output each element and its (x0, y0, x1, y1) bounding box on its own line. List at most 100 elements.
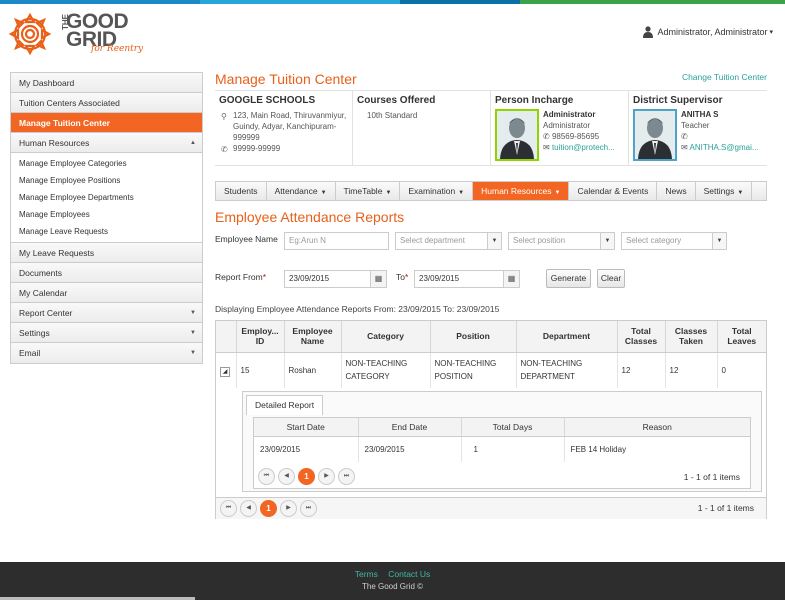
submenu-leave-requests[interactable]: Manage Leave Requests (19, 223, 202, 240)
map-marker-icon: ⚲ (221, 112, 227, 121)
logo[interactable]: THE GOOD GRID for Reentry (8, 10, 148, 58)
center-info-panel: GOOGLE SCHOOLS ⚲ 123, Main Road, Thiruva… (215, 90, 767, 166)
caret-down-icon: ▾ (769, 29, 773, 36)
school-phone: ✆ 99999-99999 (219, 143, 348, 154)
prev-page-icon[interactable]: ◀ (278, 468, 295, 485)
detail-header-start-date[interactable]: Start Date (254, 418, 359, 437)
incharge-email[interactable]: ✉ tuition@protech... (543, 142, 627, 153)
tab-human-resources[interactable]: Human Resources ▼ (473, 182, 570, 200)
label-text: Report From (215, 272, 263, 282)
required-mark: * (262, 272, 267, 282)
grid-pager-bar: ⏮ ◀ 1 ▶ ⏭ 1 - 1 of 1 items (216, 497, 766, 519)
incharge-phone: ✆ 98569-85695 (543, 131, 627, 142)
report-from-date[interactable]: 23/09/2015 ▦ (284, 270, 387, 288)
last-page-icon[interactable]: ⏭ (338, 468, 355, 485)
terms-link[interactable]: Terms (355, 569, 378, 579)
submenu-employee-positions[interactable]: Manage Employee Positions (19, 172, 202, 189)
detail-pager: ⏮ ◀ 1 ▶ ⏭ (258, 468, 358, 485)
tab-students[interactable]: Students (216, 182, 267, 200)
clear-button[interactable]: Clear (597, 269, 625, 288)
cell-start-date: 23/09/2015 (254, 436, 359, 462)
grid-header-department[interactable]: Department (516, 321, 618, 353)
footer: Terms Contact Us The Good Grid © (0, 562, 785, 600)
detail-header-total-days[interactable]: Total Days (461, 418, 565, 437)
phone-icon: ✆ (221, 145, 228, 154)
user-menu[interactable]: Administrator, Administrator ▾ (643, 26, 773, 38)
grid-header-total-leaves[interactable]: Total Leaves (717, 321, 766, 353)
courses-info: Courses Offered 10th Standard (353, 91, 491, 165)
first-page-icon[interactable]: ⏮ (220, 500, 237, 517)
position-select[interactable]: Select position ▼ (508, 232, 615, 250)
tab-timetable[interactable]: TimeTable ▼ (336, 182, 401, 200)
page-number[interactable]: 1 (298, 468, 315, 485)
caret-down-icon: ▼ (190, 330, 196, 336)
date-value: 23/09/2015 (419, 274, 460, 283)
label-text: To (396, 272, 405, 282)
sidebar-item-my-calendar[interactable]: My Calendar (11, 283, 202, 303)
detail-header-reason[interactable]: Reason (564, 418, 750, 437)
grid-header-expand (216, 321, 237, 353)
cell-total-days: 1 (461, 436, 565, 462)
department-select[interactable]: Select department ▼ (395, 232, 502, 250)
submenu-employee-departments[interactable]: Manage Employee Departments (19, 189, 202, 206)
submenu-employee-categories[interactable]: Manage Employee Categories (19, 155, 202, 172)
last-page-icon[interactable]: ⏭ (300, 500, 317, 517)
table-row: ◢ 15 Roshan NON-TEACHING CATEGORY NON-TE… (216, 352, 766, 388)
grid-header-employee-id[interactable]: Employ... ID (236, 321, 285, 353)
displaying-range-text: Displaying Employee Attendance Reports F… (215, 304, 500, 314)
grid-header-classes-taken[interactable]: Classes Taken (665, 321, 718, 353)
generate-button[interactable]: Generate (546, 269, 591, 288)
sidebar-item-my-leave-requests[interactable]: My Leave Requests (11, 243, 202, 263)
page-title: Manage Tuition Center (215, 71, 357, 87)
detail-header-end-date[interactable]: End Date (358, 418, 462, 437)
tab-news[interactable]: News (657, 182, 696, 200)
sidebar-item-report-center[interactable]: Report Center ▼ (11, 303, 202, 323)
sidebar-item-manage-tuition-center[interactable]: Manage Tuition Center (11, 113, 202, 133)
email-text: ANITHA.S@gmai... (689, 143, 759, 152)
grid-header-category[interactable]: Category (341, 321, 431, 353)
cell-employee-name: Roshan (284, 352, 342, 388)
page-number[interactable]: 1 (260, 500, 277, 517)
grid-header-employee-name[interactable]: Employee Name (284, 321, 342, 353)
report-to-date[interactable]: 23/09/2015 ▦ (414, 270, 520, 288)
change-tuition-center-link[interactable]: Change Tuition Center (682, 72, 767, 82)
report-title: Employee Attendance Reports (215, 209, 405, 225)
grid-header-position[interactable]: Position (430, 321, 517, 353)
tab-settings[interactable]: Settings ▼ (696, 182, 753, 200)
prev-page-icon[interactable]: ◀ (240, 500, 257, 517)
tab-detailed-report[interactable]: Detailed Report (246, 395, 324, 415)
required-mark: * (404, 272, 409, 282)
sidebar-item-email[interactable]: Email ▼ (11, 343, 202, 363)
calendar-icon[interactable]: ▦ (370, 271, 386, 287)
sidebar-item-tuition-centers[interactable]: Tuition Centers Associated (11, 93, 202, 113)
calendar-icon[interactable]: ▦ (503, 271, 519, 287)
cell-department: NON-TEACHING DEPARTMENT (516, 352, 618, 388)
caret-down-icon: ▼ (712, 233, 726, 249)
incharge-name: Administrator (543, 110, 596, 119)
phone-text: 98569-85695 (551, 132, 600, 141)
tab-attendance[interactable]: Attendance ▼ (267, 182, 336, 200)
email-text: tuition@protech... (551, 143, 615, 152)
employee-name-label: Employee Name (215, 234, 278, 244)
sidebar-item-human-resources[interactable]: Human Resources ▲ (11, 133, 202, 153)
next-page-icon[interactable]: ▶ (318, 468, 335, 485)
cell-employee-id: 15 (236, 352, 285, 388)
grid-header-total-classes[interactable]: Total Classes (617, 321, 666, 353)
tab-examination[interactable]: Examination ▼ (400, 182, 474, 200)
sidebar-item-dashboard[interactable]: My Dashboard (11, 73, 202, 93)
contact-us-link[interactable]: Contact Us (388, 569, 430, 579)
tab-calendar-events[interactable]: Calendar & Events (569, 182, 658, 200)
detail-grid: Start Date End Date Total Days Reason 23… (253, 417, 751, 489)
next-page-icon[interactable]: ▶ (280, 500, 297, 517)
module-tabs: Students Attendance ▼ TimeTable ▼ Examinat… (215, 181, 767, 201)
sidebar-item-documents[interactable]: Documents (11, 263, 202, 283)
submenu-employees[interactable]: Manage Employees (19, 206, 202, 223)
collapse-icon[interactable]: ◢ (220, 366, 230, 377)
employee-name-input[interactable]: Eg:Arun N (284, 232, 389, 250)
category-select[interactable]: Select category ▼ (621, 232, 727, 250)
first-page-icon[interactable]: ⏮ (258, 468, 275, 485)
tab-label: Settings (703, 186, 735, 196)
supervisor-role: Teacher (681, 121, 710, 130)
sidebar-item-settings[interactable]: Settings ▼ (11, 323, 202, 343)
supervisor-email[interactable]: ✉ ANITHA.S@gmai... (681, 142, 765, 153)
